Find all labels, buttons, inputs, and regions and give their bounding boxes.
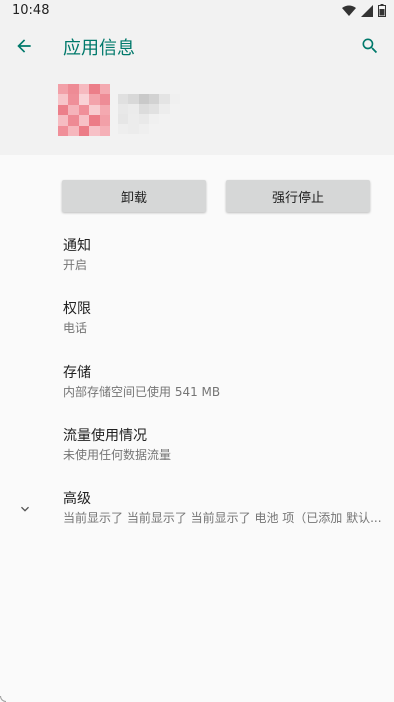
action-buttons: 卸载 强行停止 [62, 180, 370, 212]
settings-item-notifications[interactable]: 通知 开启 [63, 237, 91, 273]
battery-icon [378, 4, 386, 17]
app-header [0, 70, 394, 155]
chevron-down-icon[interactable] [14, 498, 36, 520]
status-icons [342, 4, 386, 17]
search-icon [362, 38, 378, 54]
item-title: 通知 [63, 238, 91, 254]
item-title: 流量使用情况 [63, 428, 147, 444]
signal-icon [361, 4, 373, 17]
settings-item-storage[interactable]: 存储 内部存储空间已使用 541 MB [63, 364, 220, 400]
chevron-down-icon-svg [21, 506, 29, 512]
page-title: 应用信息 [63, 38, 135, 59]
force-stop-button[interactable]: 强行停止 [226, 180, 370, 212]
settings-item-data-usage[interactable]: 流量使用情况 未使用任何数据流量 [63, 427, 171, 463]
item-subtitle: 电话 [63, 321, 88, 335]
wifi-icon [342, 5, 356, 16]
settings-item-advanced[interactable]: 高级 当前显示了 当前显示了 当前显示了 电池 项（已添加 默认... [63, 490, 382, 526]
status-bar: 10:48 [0, 0, 394, 22]
back-button[interactable] [8, 30, 40, 62]
item-subtitle: 当前显示了 当前显示了 当前显示了 电池 项（已添加 默认... [63, 511, 382, 525]
item-subtitle: 开启 [63, 258, 88, 272]
item-subtitle: 内部存储空间已使用 541 MB [63, 385, 221, 399]
item-title: 权限 [63, 301, 91, 317]
item-title: 高级 [63, 491, 91, 507]
uninstall-button[interactable]: 卸载 [62, 180, 206, 212]
settings-item-permissions[interactable]: 权限 电话 [63, 300, 91, 336]
status-time: 10:48 [12, 3, 50, 18]
search-button[interactable] [354, 30, 386, 62]
item-subtitle: 未使用任何数据流量 [63, 448, 172, 462]
app-name [118, 94, 180, 134]
app-icon [58, 84, 110, 136]
item-title: 存储 [63, 365, 91, 381]
corner-mark [0, 696, 6, 702]
arrow-back-icon [17, 39, 31, 53]
toolbar: 应用信息 [0, 22, 394, 70]
